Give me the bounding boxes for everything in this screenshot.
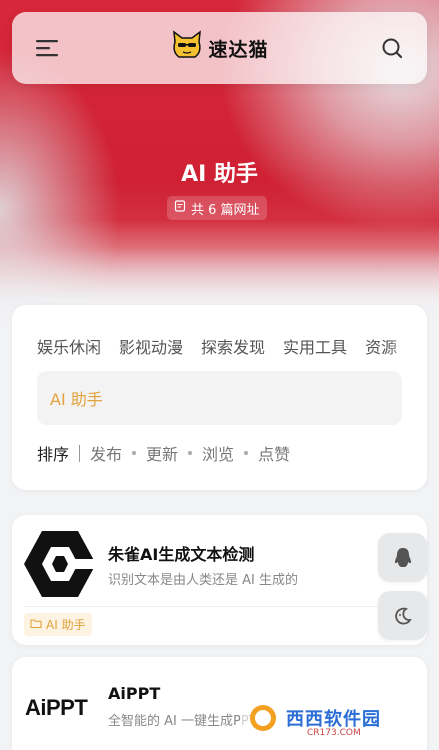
- category-tabs: 娱乐休闲 影视动漫 探索发现 实用工具 资源: [37, 334, 397, 358]
- aippt-logo-image: AiPPT: [25, 695, 88, 720]
- item-title[interactable]: 朱雀AI生成文本检测: [108, 541, 254, 565]
- separator-dot: [132, 451, 137, 455]
- category-tag[interactable]: AI 助手: [24, 613, 92, 636]
- item-description: 识别文本是由人类还是 AI 生成的: [108, 573, 298, 588]
- site-logo-image: [22, 529, 98, 599]
- sort-label: 排序: [37, 445, 70, 464]
- divider: [79, 444, 81, 462]
- page-title: AI 助手: [181, 162, 258, 187]
- sort-row: 排序 发布 更新 浏览 点赞: [37, 441, 290, 465]
- watermark-subtext: CR173.COM: [307, 728, 361, 738]
- divider: [24, 606, 415, 607]
- folder-icon: [30, 618, 42, 632]
- active-subcategory[interactable]: AI 助手: [37, 371, 402, 425]
- list-item[interactable]: 朱雀AI生成文本检测 识别文本是由人类还是 AI 生成的 AI 助手: [12, 515, 427, 645]
- menu-icon[interactable]: [34, 35, 60, 61]
- logo-text: 速达猫: [208, 38, 269, 61]
- document-icon: [174, 200, 186, 216]
- filter-card: 娱乐休闲 影视动漫 探索发现 实用工具 资源 AI 助手 排序 发布 更新 浏览…: [12, 305, 427, 490]
- tab-category[interactable]: 娱乐休闲: [37, 334, 101, 358]
- separator-dot: [244, 451, 249, 455]
- sort-option[interactable]: 更新: [146, 441, 178, 465]
- tag-label: AI 助手: [46, 618, 86, 632]
- tabs-fade: [387, 330, 427, 360]
- site-count-badge: 共 6 篇网址: [167, 196, 267, 220]
- sort-option[interactable]: 浏览: [202, 441, 234, 465]
- separator-dot: [188, 451, 193, 455]
- sort-option[interactable]: 发布: [90, 441, 122, 465]
- top-navigation-bar: 速达猫: [12, 12, 427, 84]
- moon-icon[interactable]: [378, 591, 427, 640]
- item-title[interactable]: AiPPT: [108, 684, 160, 703]
- site-count-text: 共 6 篇网址: [191, 202, 260, 218]
- search-icon[interactable]: [379, 35, 405, 61]
- site-logo[interactable]: 速达猫: [170, 30, 268, 66]
- tab-category[interactable]: 实用工具: [283, 334, 347, 358]
- item-description: 全智能的 AI 一键生成PPT: [108, 714, 257, 729]
- tab-category[interactable]: 探索发现: [201, 334, 265, 358]
- cat-logo-icon: [170, 30, 204, 66]
- qq-icon[interactable]: [378, 533, 427, 582]
- tab-category[interactable]: 影视动漫: [119, 334, 183, 358]
- sort-option[interactable]: 点赞: [258, 441, 290, 465]
